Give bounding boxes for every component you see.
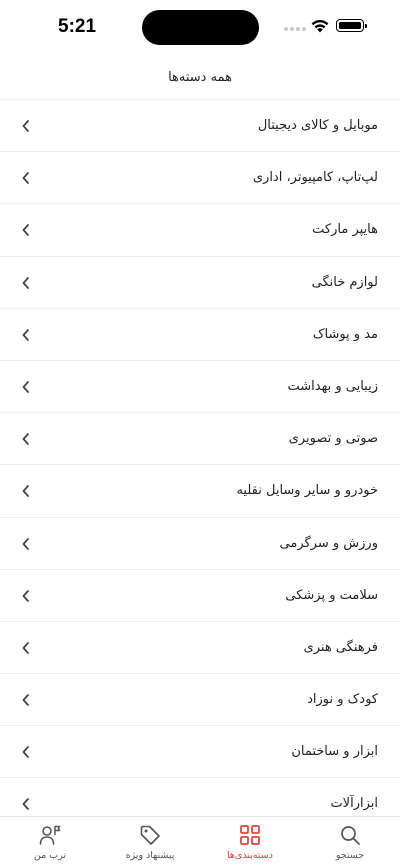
category-item-vehicles[interactable]: خودرو و سایر وسایل نقلیه: [0, 465, 400, 518]
category-label: کودک و نوزاد: [307, 692, 378, 708]
chevron-left-icon: [22, 276, 29, 289]
chevron-left-icon: [22, 172, 29, 185]
chevron-left-icon: [22, 224, 29, 237]
chevron-left-icon: [22, 746, 29, 759]
category-list: موبایل و کالای دیجیتال لپ‌تاپ، کامپیوتر،…: [0, 100, 400, 816]
category-label: صوتی و تصویری: [288, 431, 378, 447]
category-item-mobile-digital[interactable]: موبایل و کالای دیجیتال: [0, 100, 400, 153]
category-label: فرهنگی هنری: [303, 639, 378, 655]
category-label: خودرو و سایر وسایل نقلیه: [236, 483, 378, 499]
category-label: موبایل و کالای دیجیتال: [257, 118, 378, 133]
user-flag-icon: [39, 825, 61, 845]
category-item-sports[interactable]: ورزش و سرگرمی: [0, 518, 400, 570]
tab-label: دسته‌بندی‌ها: [227, 850, 273, 861]
category-item-audio-video[interactable]: صوتی و تصویری: [0, 413, 400, 466]
chevron-left-icon: [22, 120, 29, 132]
tab-search[interactable]: جستجو: [300, 817, 400, 867]
tab-label: ترب من: [33, 850, 67, 861]
wifi-icon: [311, 19, 329, 33]
category-label: هایپر مارکت: [312, 222, 378, 238]
category-item-kids-baby[interactable]: کودک و نوزاد: [0, 674, 400, 727]
chevron-left-icon: [22, 328, 29, 341]
chevron-left-icon: [22, 433, 29, 446]
cellular-signal-icon: [284, 27, 306, 33]
category-label: ابزارآلات: [330, 796, 378, 812]
bottom-tab-bar: ترب من پیشنهاد ویژه دسته‌بندی‌ها جستجو: [0, 816, 400, 867]
battery-icon: [336, 19, 367, 32]
tab-label: پیشنهاد ویژه: [125, 850, 175, 861]
category-label: ورزش و سرگرمی: [279, 535, 378, 551]
category-label: مد و پوشاک: [312, 326, 378, 342]
category-label: سلامت و پزشکی: [285, 587, 378, 603]
category-label: زیبایی و بهداشت: [287, 378, 378, 394]
category-item-beauty-health[interactable]: زیبایی و بهداشت: [0, 361, 400, 414]
page-title: همه دسته‌ها: [168, 70, 232, 85]
category-item-medical[interactable]: سلامت و پزشکی: [0, 570, 400, 622]
tab-categories[interactable]: دسته‌بندی‌ها: [200, 817, 300, 867]
category-item-home-appliances[interactable]: لوازم خانگی: [0, 257, 400, 309]
chevron-left-icon: [22, 589, 29, 602]
tab-profile[interactable]: ترب من: [0, 817, 100, 867]
category-item-fashion[interactable]: مد و پوشاک: [0, 309, 400, 361]
page-header: همه دسته‌ها: [0, 56, 400, 100]
category-label: ابزار و ساختمان: [291, 744, 378, 760]
category-item-laptop-computer[interactable]: لپ‌تاپ، کامپیوتر، اداری: [0, 152, 400, 205]
dynamic-island: [142, 10, 259, 45]
tag-icon: [140, 825, 160, 845]
grid-icon: [240, 825, 260, 845]
chevron-left-icon: [22, 537, 29, 550]
chevron-left-icon: [22, 641, 29, 654]
tab-label: جستجو: [335, 850, 365, 861]
status-bar: 5:21: [0, 0, 400, 56]
chevron-left-icon: [22, 381, 29, 393]
category-item-hypermarket[interactable]: هایپر مارکت: [0, 204, 400, 257]
search-icon: [341, 826, 360, 845]
category-label: لپ‌تاپ، کامپیوتر، اداری: [252, 170, 378, 186]
tab-special-offers[interactable]: پیشنهاد ویژه: [100, 817, 200, 867]
category-item-culture-art[interactable]: فرهنگی هنری: [0, 622, 400, 675]
chevron-left-icon: [22, 798, 29, 811]
category-item-tools-building[interactable]: ابزار و ساختمان: [0, 726, 400, 779]
category-item-tools[interactable]: ابزارآلات: [0, 778, 400, 816]
chevron-left-icon: [22, 485, 29, 498]
category-label: لوازم خانگی: [311, 274, 378, 290]
chevron-left-icon: [22, 694, 29, 706]
status-time: 5:21: [58, 16, 97, 37]
